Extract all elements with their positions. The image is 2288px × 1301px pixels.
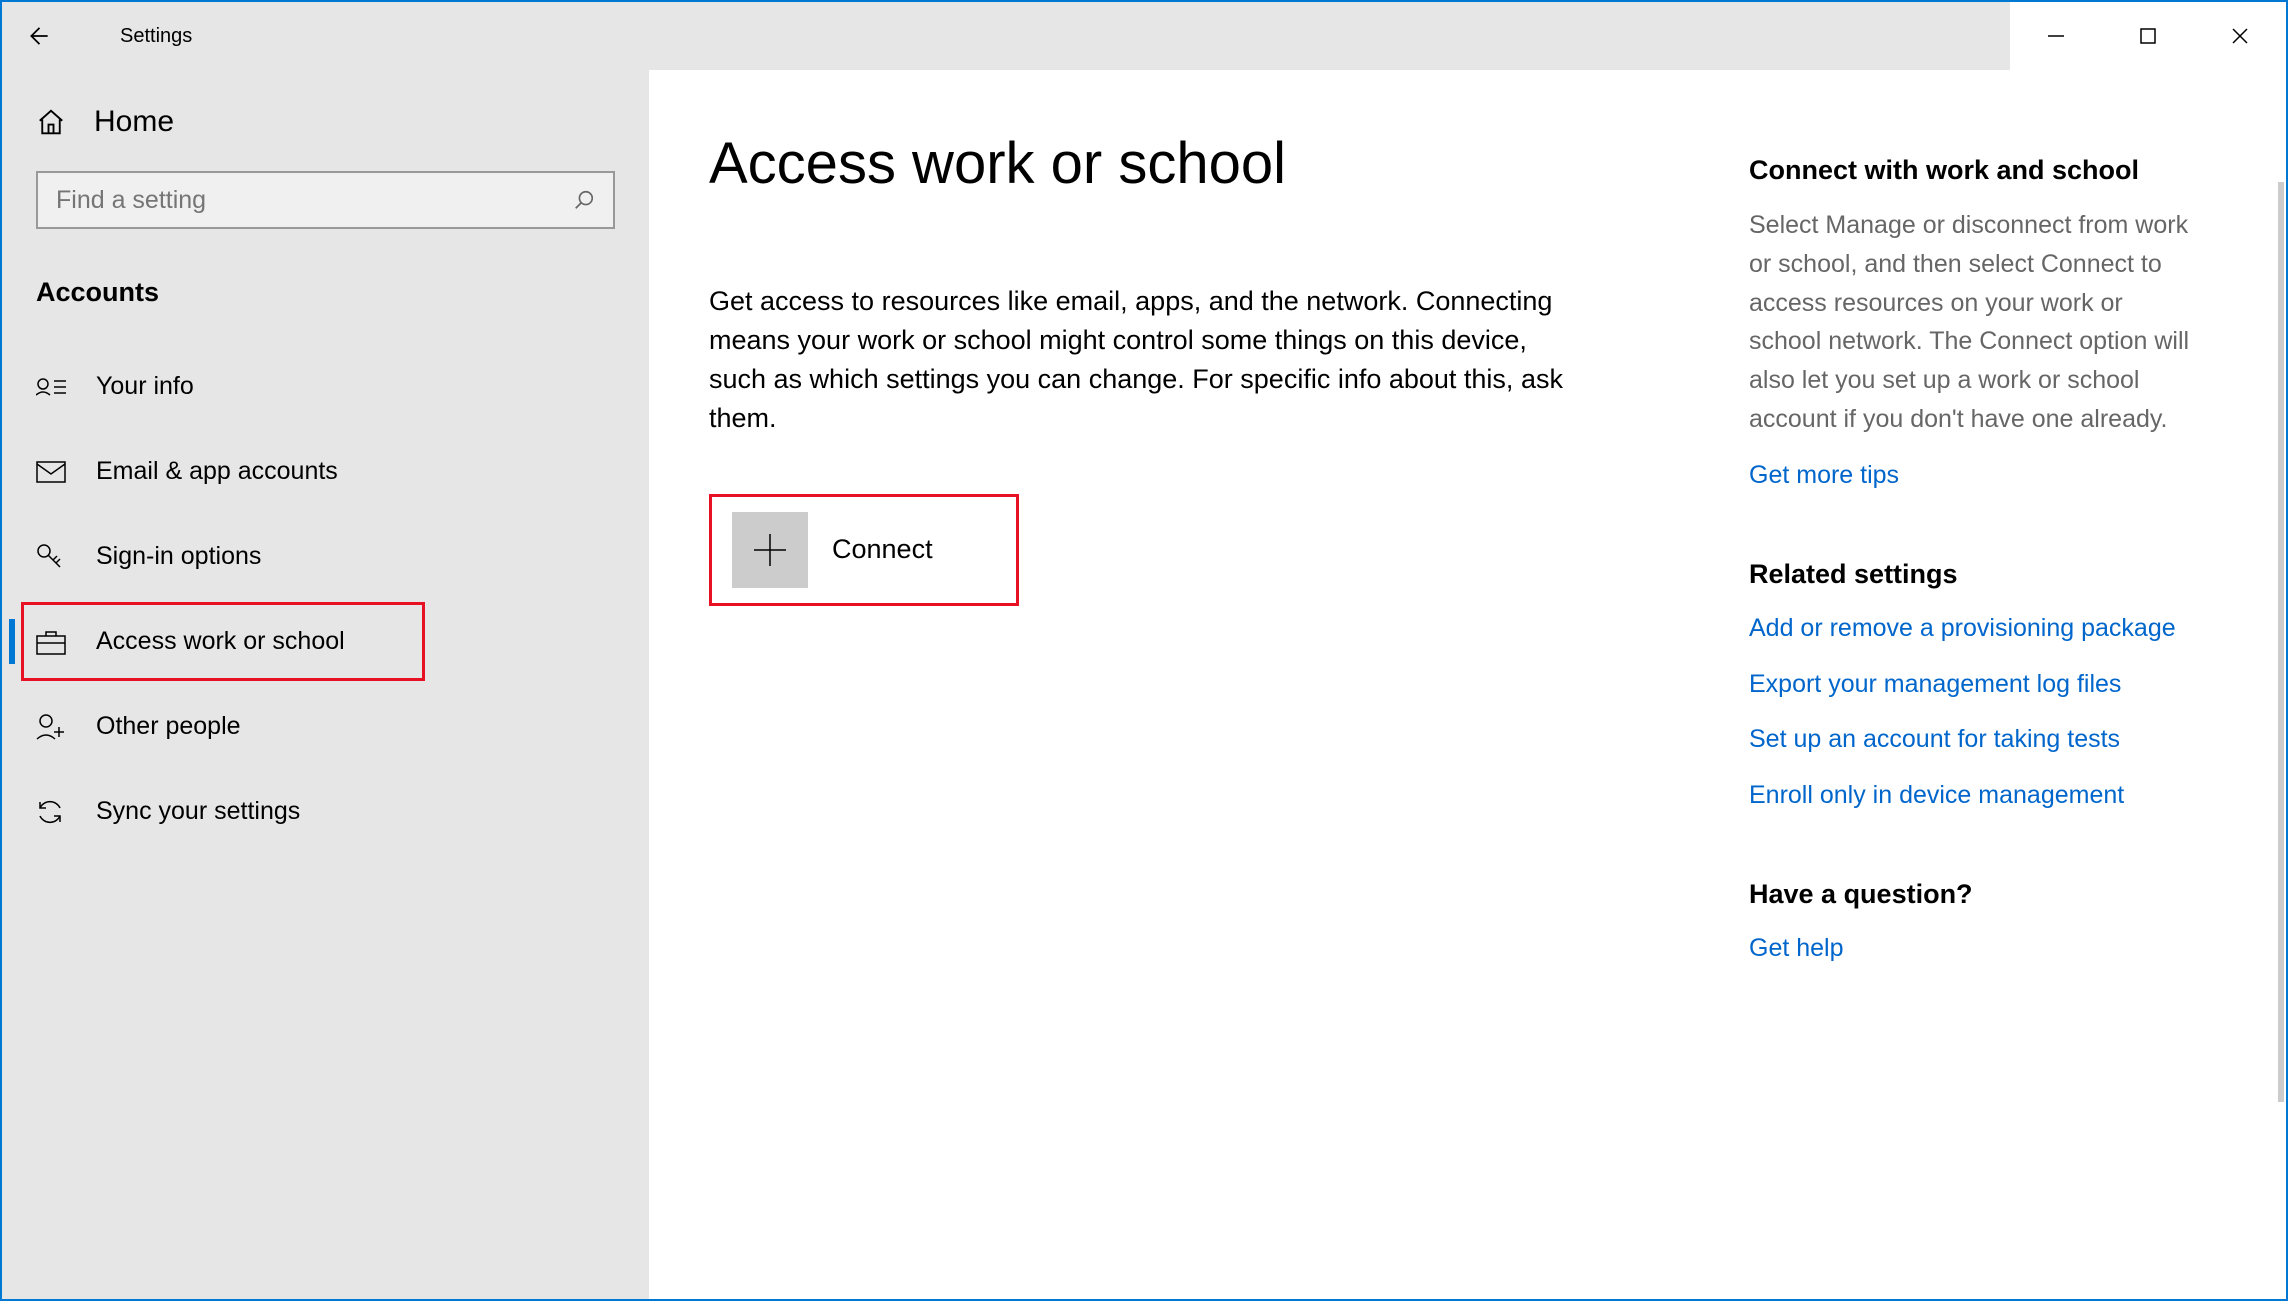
link-get-help[interactable]: Get help	[1749, 930, 2199, 968]
mail-icon	[36, 461, 68, 483]
sidebar-item-label: Sync your settings	[96, 797, 300, 826]
right-heading-question: Have a question?	[1749, 879, 2199, 910]
sidebar-item-signin-options[interactable]: Sign-in options	[36, 514, 615, 599]
page-description: Get access to resources like email, apps…	[709, 282, 1589, 439]
right-heading-connect: Connect with work and school	[1749, 155, 2199, 186]
scrollbar[interactable]	[2278, 182, 2284, 1102]
connect-label: Connect	[832, 534, 933, 565]
minimize-button[interactable]	[2010, 2, 2102, 70]
close-icon	[2230, 26, 2250, 46]
sidebar-item-label: Email & app accounts	[96, 457, 338, 486]
home-icon	[36, 107, 66, 137]
people-plus-icon	[36, 713, 68, 741]
plus-icon-box	[732, 512, 808, 588]
close-button[interactable]	[2194, 2, 2286, 70]
maximize-icon	[2139, 27, 2157, 45]
connect-button[interactable]: Connect	[709, 494, 1019, 606]
person-card-icon	[36, 375, 68, 399]
sidebar: Home Accounts Your info	[2, 70, 649, 1299]
sidebar-section-header: Accounts	[36, 277, 615, 308]
sidebar-item-label: Other people	[96, 712, 241, 741]
back-button[interactable]	[2, 2, 70, 70]
window-title: Settings	[70, 25, 192, 48]
link-export-logs[interactable]: Export your management log files	[1749, 666, 2199, 704]
sidebar-item-label: Access work or school	[96, 627, 345, 656]
main-content-area: Access work or school Get access to reso…	[649, 70, 2286, 1299]
key-icon	[36, 543, 68, 571]
right-body-connect: Select Manage or disconnect from work or…	[1749, 206, 2199, 439]
arrow-left-icon	[22, 22, 50, 50]
minimize-icon	[2046, 26, 2066, 46]
maximize-button[interactable]	[2102, 2, 2194, 70]
right-heading-related: Related settings	[1749, 559, 2199, 590]
link-enroll-device-mgmt[interactable]: Enroll only in device management	[1749, 777, 2199, 815]
sidebar-item-access-work-school[interactable]: Access work or school	[36, 599, 615, 684]
search-icon	[573, 189, 595, 211]
sidebar-item-other-people[interactable]: Other people	[36, 684, 615, 769]
link-provisioning-package[interactable]: Add or remove a provisioning package	[1749, 610, 2199, 648]
window-controls	[2010, 2, 2286, 70]
briefcase-icon	[36, 629, 68, 655]
sidebar-item-label: Your info	[96, 372, 194, 401]
link-get-more-tips[interactable]: Get more tips	[1749, 457, 2199, 495]
sidebar-item-your-info[interactable]: Your info	[36, 344, 615, 429]
home-nav[interactable]: Home	[36, 105, 615, 139]
sidebar-item-label: Sign-in options	[96, 542, 261, 571]
sidebar-item-email-accounts[interactable]: Email & app accounts	[36, 429, 615, 514]
link-setup-test-account[interactable]: Set up an account for taking tests	[1749, 721, 2199, 759]
sidebar-item-sync-settings[interactable]: Sync your settings	[36, 769, 615, 854]
search-input[interactable]	[56, 186, 573, 215]
page-heading: Access work or school	[709, 130, 1709, 197]
titlebar: Settings	[2, 2, 2286, 70]
search-box[interactable]	[36, 171, 615, 229]
right-panel: Connect with work and school Select Mana…	[1709, 130, 2199, 1299]
home-label: Home	[94, 105, 174, 139]
sync-icon	[36, 798, 68, 826]
plus-icon	[752, 532, 788, 568]
